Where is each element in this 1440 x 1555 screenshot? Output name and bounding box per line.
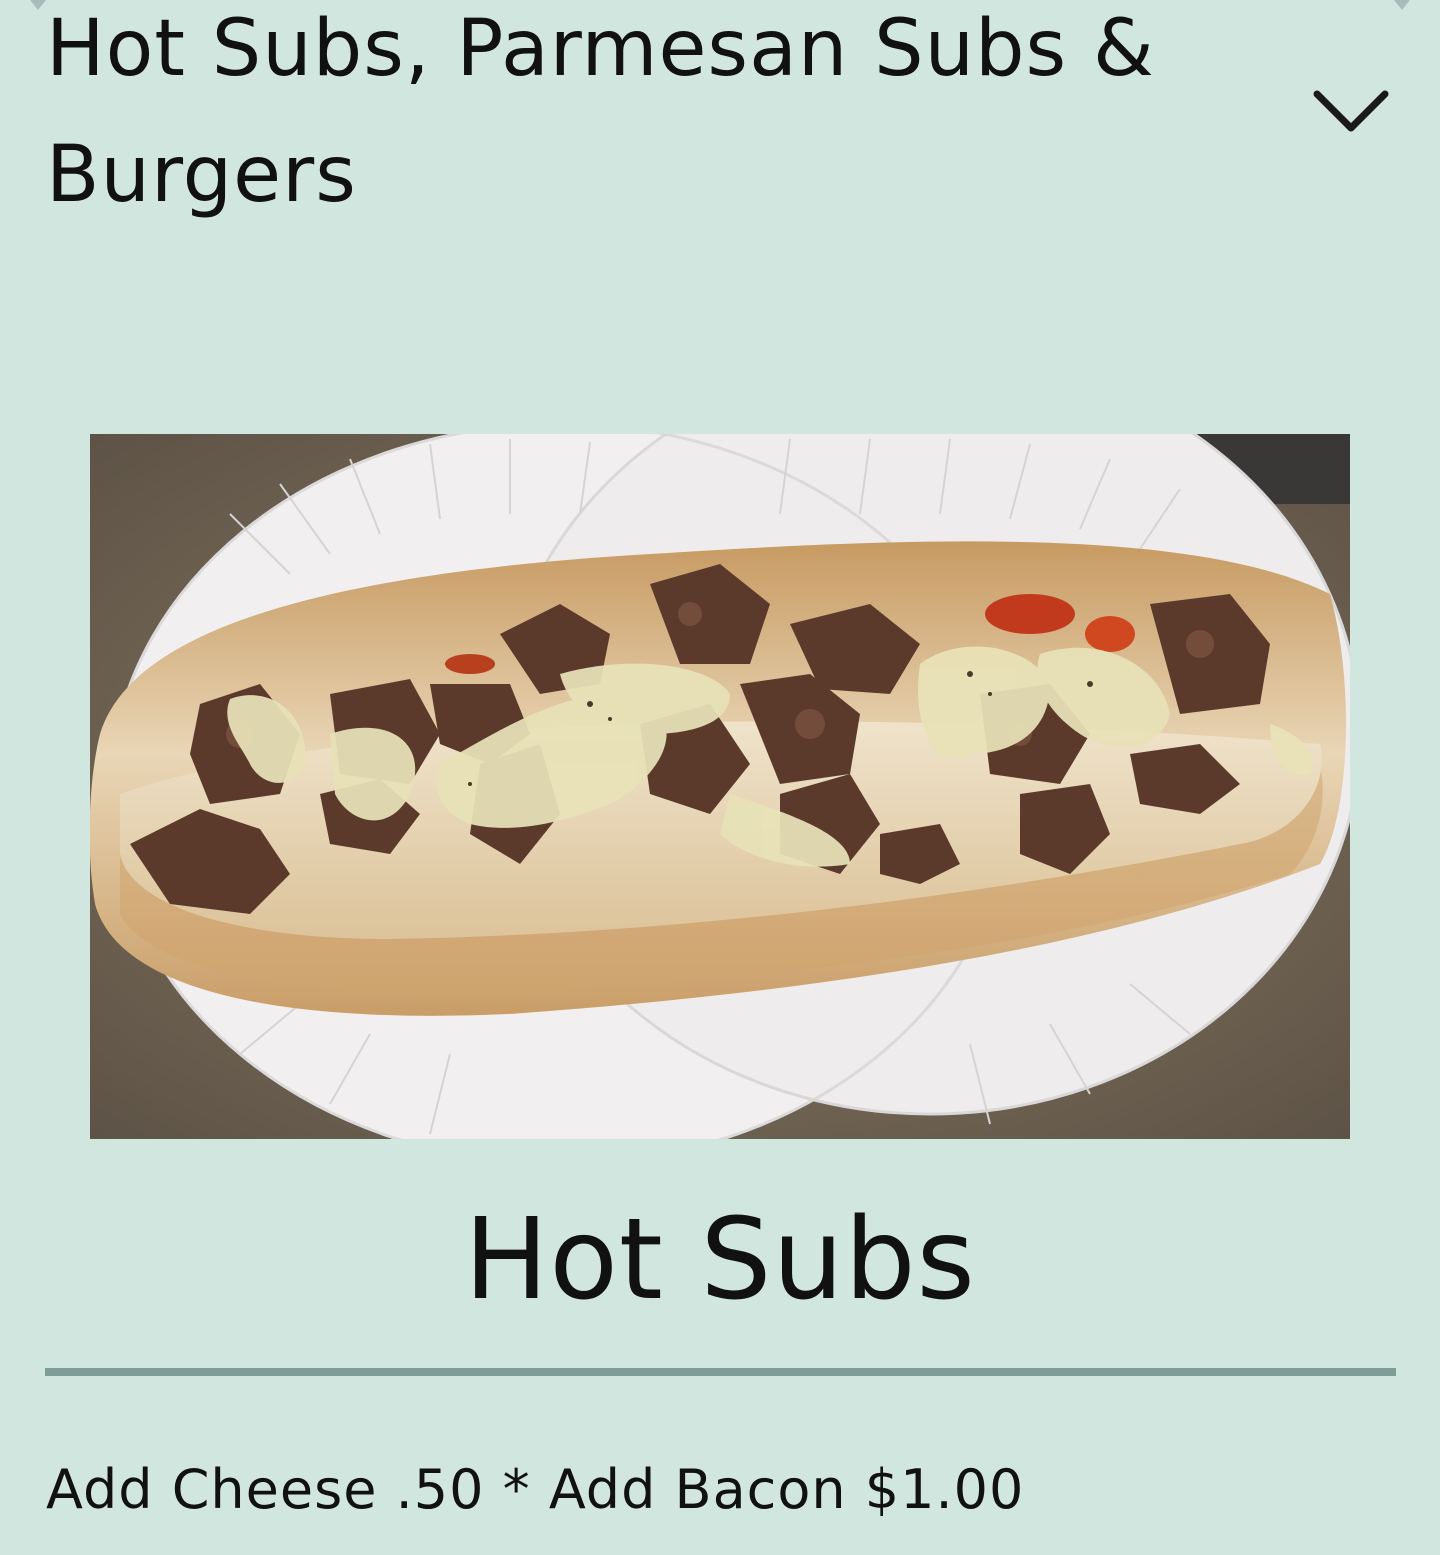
menu-page: Hot Subs, Parmesan Subs & Burgers Hot Su… (0, 0, 1440, 1555)
header-corner-right (1394, 0, 1410, 10)
menu-section-header[interactable]: Hot Subs, Parmesan Subs & Burgers (0, 0, 1440, 260)
item-photo (90, 434, 1350, 1139)
item-note: Add Cheese .50 * Add Bacon $1.00 (46, 1458, 1025, 1521)
section-title[interactable]: Hot Subs, Parmesan Subs & Burgers (46, 0, 1266, 238)
item-title: Hot Subs (464, 1195, 976, 1325)
sub-sandwich-image (90, 434, 1350, 1139)
chevron-down-icon[interactable] (1311, 84, 1391, 136)
header-corner-left (30, 0, 46, 10)
divider (45, 1368, 1396, 1376)
